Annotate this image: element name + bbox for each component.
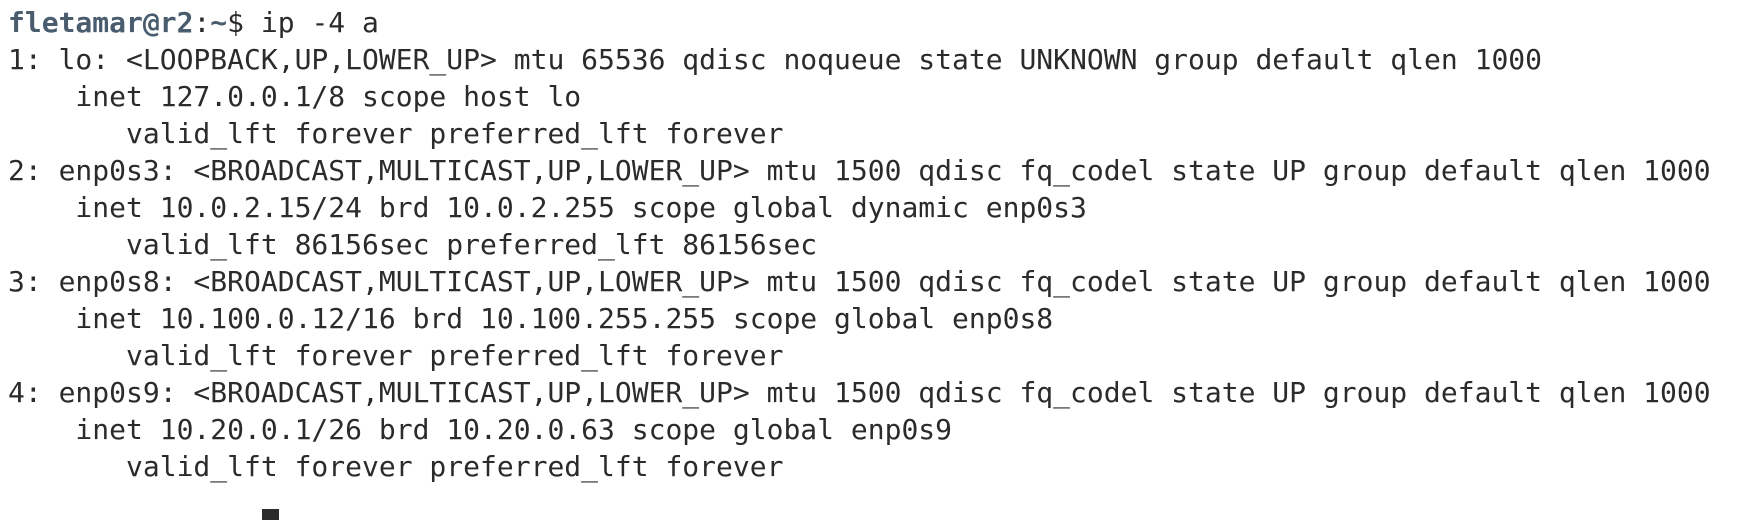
output-line: valid_lft 86156sec preferred_lft 86156se… <box>8 228 818 261</box>
prompt-separator: : <box>193 6 211 39</box>
output-line: inet 127.0.0.1/8 scope host lo <box>8 80 582 113</box>
output-line: 2: enp0s3: <BROADCAST,MULTICAST,UP,LOWER… <box>8 154 1711 187</box>
output-line: valid_lft forever preferred_lft forever <box>8 117 784 150</box>
command-text: ip -4 a <box>260 6 379 39</box>
output-line: 3: enp0s8: <BROADCAST,MULTICAST,UP,LOWER… <box>8 265 1711 298</box>
prompt-line: fletamar@r2:~$ ip -4 a <box>8 4 1752 41</box>
output-line: 4: enp0s9: <BROADCAST,MULTICAST,UP,LOWER… <box>8 376 1711 409</box>
prompt-user-host: fletamar@r2 <box>8 6 194 39</box>
output-line: valid_lft forever preferred_lft forever <box>8 450 784 483</box>
text-cursor <box>262 509 279 520</box>
output-line: inet 10.100.0.12/16 brd 10.100.255.255 s… <box>8 302 1054 335</box>
output-line: valid_lft forever preferred_lft forever <box>8 339 784 372</box>
prompt-symbol: $ <box>227 6 261 39</box>
output-line: 1: lo: <LOOPBACK,UP,LOWER_UP> mtu 65536 … <box>8 43 1543 76</box>
output-line: inet 10.0.2.15/24 brd 10.0.2.255 scope g… <box>8 191 1087 224</box>
prompt-path: ~ <box>210 6 228 39</box>
output-line: inet 10.20.0.1/26 brd 10.20.0.63 scope g… <box>8 413 953 446</box>
input-line[interactable] <box>8 485 1752 522</box>
terminal-window[interactable]: fletamar@r2:~$ ip -4 a 1: lo: <LOOPBACK,… <box>0 0 1752 520</box>
